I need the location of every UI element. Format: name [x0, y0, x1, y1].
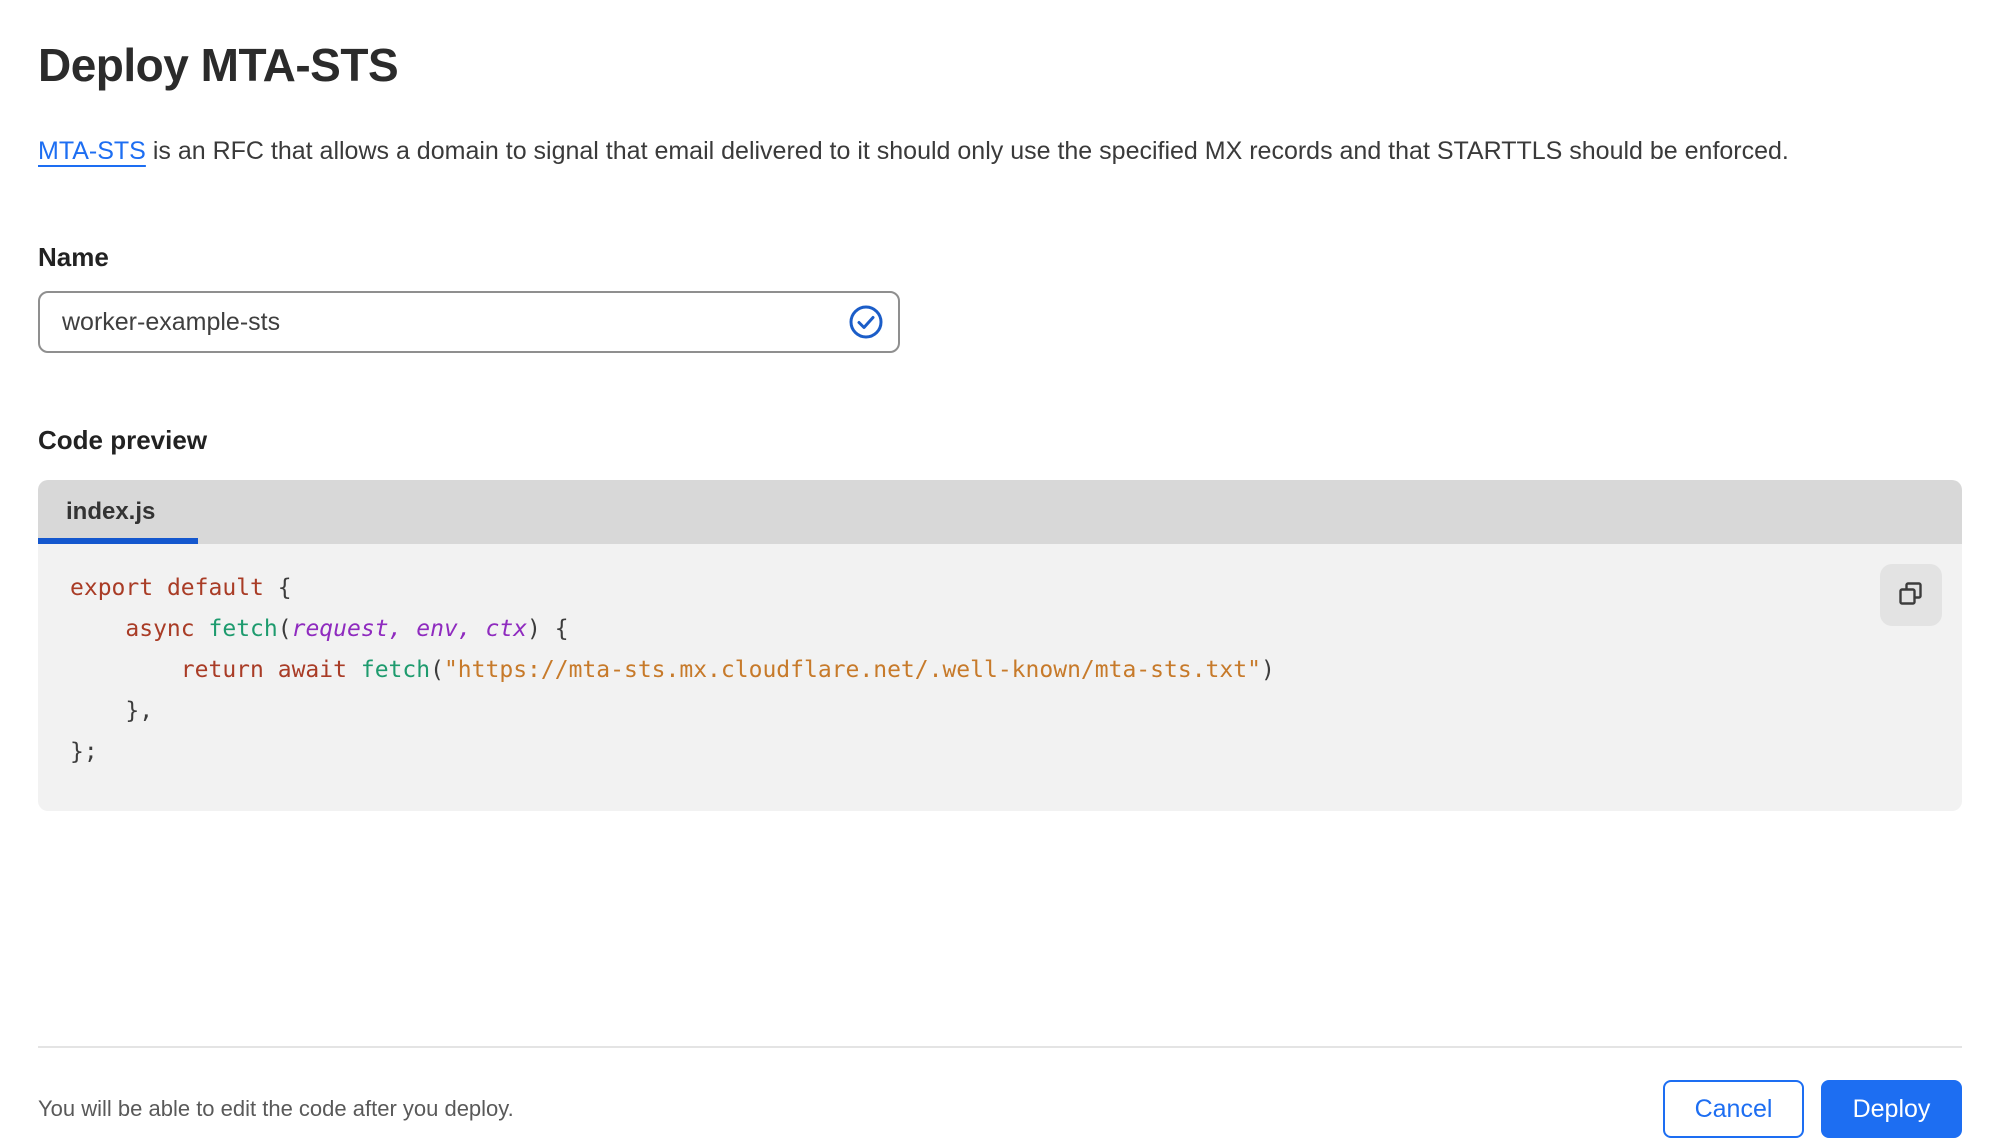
check-circle-icon [848, 304, 884, 340]
description-text: is an RFC that allows a domain to signal… [145, 137, 1789, 165]
copy-code-button[interactable] [1880, 564, 1942, 626]
deploy-button[interactable]: Deploy [1821, 1080, 1962, 1138]
name-input[interactable] [38, 291, 900, 353]
footer: You will be able to edit the code after … [38, 1080, 1962, 1138]
code-line: }, [70, 698, 154, 724]
tab-label: index.js [66, 498, 156, 525]
footer-note: You will be able to edit the code after … [38, 1096, 514, 1121]
mta-sts-link[interactable]: MTA-STS [38, 137, 146, 165]
footer-divider [38, 1046, 1962, 1048]
code-line: async fetch(request, env, ctx) { [125, 616, 569, 642]
code-line: return await fetch("https://mta-sts.mx.c… [180, 657, 1275, 683]
deploy-mta-sts-page: Deploy MTA-STS MTA-STS is an RFC that al… [0, 0, 1999, 1138]
name-label: Name [38, 242, 109, 272]
code-editor: index.js export default { async fetch(re… [38, 480, 1962, 811]
page-title: Deploy MTA-STS [38, 39, 399, 91]
code-area: export default { async fetch(request, en… [38, 544, 1962, 811]
code-preview-label: Code preview [38, 425, 208, 455]
code-block: export default { async fetch(request, en… [70, 568, 1962, 773]
name-input-container [38, 291, 900, 353]
description: MTA-STS is an RFC that allows a domain t… [38, 128, 1938, 174]
cancel-button[interactable]: Cancel [1663, 1080, 1804, 1138]
tab-index-js[interactable]: index.js [38, 480, 198, 544]
code-line: export default { [70, 575, 292, 601]
editor-tabbar: index.js [38, 480, 1962, 544]
code-line: }; [70, 739, 98, 765]
copy-icon [1897, 580, 1925, 611]
footer-actions: Cancel Deploy [1663, 1080, 1962, 1138]
